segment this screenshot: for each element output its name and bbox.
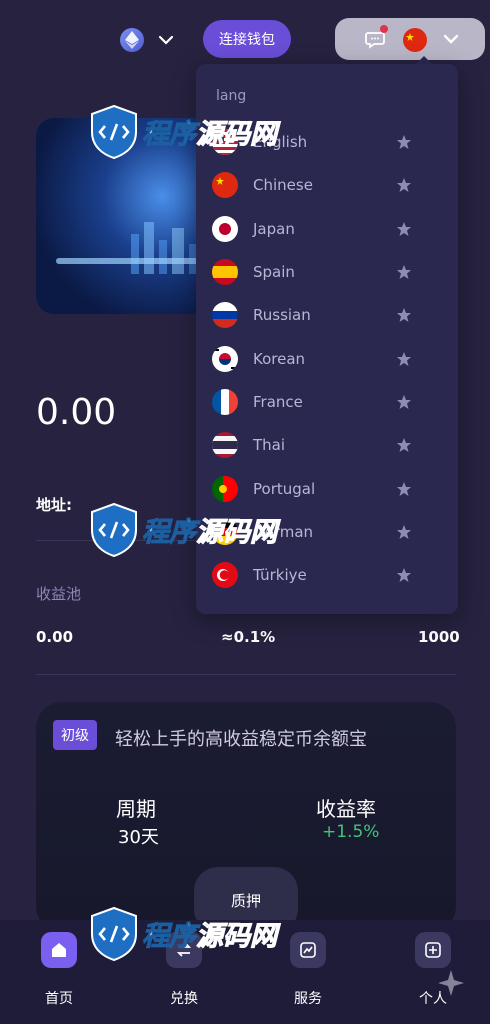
language-chevron-down-icon[interactable]: [440, 28, 462, 50]
city-skyline-illustration: [131, 222, 198, 274]
language-option-chinese[interactable]: Chinese: [212, 170, 412, 200]
portugal-flag-icon: [212, 476, 238, 502]
language-name: Chinese: [253, 176, 313, 194]
nav-label: 首页: [45, 991, 73, 1007]
language-option-thai[interactable]: Thai: [212, 430, 412, 460]
watermark-text-a: 程序: [142, 118, 197, 150]
product-title: 轻松上手的高收益稳定币余额宝: [115, 729, 367, 750]
nav-label: 兑换: [170, 991, 198, 1007]
network-chevron-down-icon[interactable]: [156, 30, 176, 50]
star-icon[interactable]: [396, 567, 412, 583]
yield-rate-label: 收益率: [316, 797, 376, 821]
japan-flag-icon: [212, 216, 238, 242]
star-icon[interactable]: [396, 307, 412, 323]
language-option-japan[interactable]: Japan: [212, 214, 412, 244]
russia-flag-icon: [212, 302, 238, 328]
watermark-text-b: 源码网: [196, 516, 278, 548]
home-icon: [41, 932, 77, 968]
thailand-flag-icon: [212, 432, 238, 458]
nav-label: 服务: [294, 991, 322, 1007]
period-value: 30天: [118, 827, 159, 848]
address-label: 地址:: [36, 496, 72, 514]
language-name: France: [253, 393, 303, 411]
notification-dot: [380, 25, 388, 33]
language-flag-button[interactable]: [403, 28, 427, 52]
star-icon[interactable]: [396, 134, 412, 150]
watermark-text-b: 源码网: [196, 118, 278, 150]
watermark: 程序源码网: [88, 904, 278, 962]
watermark-text-a: 程序: [142, 920, 197, 952]
shield-logo-icon: [91, 104, 137, 160]
watermark: 程序源码网: [88, 500, 278, 558]
korea-flag-icon: [212, 346, 238, 372]
language-name: Thai: [253, 436, 286, 454]
pool-label: 收益池: [36, 585, 82, 603]
language-option-russian[interactable]: Russian: [212, 300, 412, 330]
star-icon[interactable]: [396, 437, 412, 453]
star-icon[interactable]: [396, 524, 412, 540]
language-name: Portugal: [253, 480, 316, 498]
service-icon: [290, 932, 326, 968]
connect-wallet-button[interactable]: 连接钱包: [203, 20, 291, 58]
star-icon[interactable]: [396, 177, 412, 193]
china-flag-icon: [212, 172, 238, 198]
turkey-flag-icon: [212, 562, 238, 588]
language-option-korean[interactable]: Korean: [212, 344, 412, 374]
language-name: Russian: [253, 306, 311, 324]
star-icon[interactable]: [396, 264, 412, 280]
level-badge: 初级: [53, 720, 97, 750]
pool-min-value: 0.00: [36, 628, 74, 646]
star-icon[interactable]: [396, 481, 412, 497]
nav-item-home[interactable]: 首页: [19, 932, 99, 1012]
divider: [36, 674, 456, 675]
wallet-balance: 0.00: [36, 392, 117, 433]
language-option-turkiye[interactable]: Türkiye: [212, 560, 412, 590]
language-name: Spain: [253, 263, 295, 281]
ethereum-icon[interactable]: [120, 28, 144, 52]
shield-logo-icon: [91, 502, 137, 558]
watermark-text-a: 程序: [142, 516, 197, 548]
star-icon[interactable]: [396, 351, 412, 367]
language-name: Korean: [253, 350, 306, 368]
pool-max-value: 1000: [418, 628, 460, 646]
language-name: Türkiye: [253, 566, 307, 584]
shield-logo-icon: [91, 906, 137, 962]
language-name: Japan: [253, 220, 295, 238]
banner-glow-line: [56, 258, 216, 264]
star-icon[interactable]: [396, 394, 412, 410]
dropdown-caret: [416, 56, 432, 64]
nav-item-service[interactable]: 服务: [268, 932, 348, 1012]
pool-rate-value: ≈0.1%: [221, 628, 276, 646]
period-label: 周期: [116, 797, 156, 821]
profile-icon: [415, 932, 451, 968]
star-icon[interactable]: [396, 221, 412, 237]
spain-flag-icon: [212, 259, 238, 285]
sparkle-icon: [438, 970, 464, 996]
france-flag-icon: [212, 389, 238, 415]
watermark: 程序源码网: [88, 102, 278, 160]
language-option-spain[interactable]: Spain: [212, 257, 412, 287]
yield-rate-value: +1.5%: [322, 822, 380, 842]
language-option-france[interactable]: France: [212, 387, 412, 417]
watermark-text-b: 源码网: [196, 920, 278, 952]
